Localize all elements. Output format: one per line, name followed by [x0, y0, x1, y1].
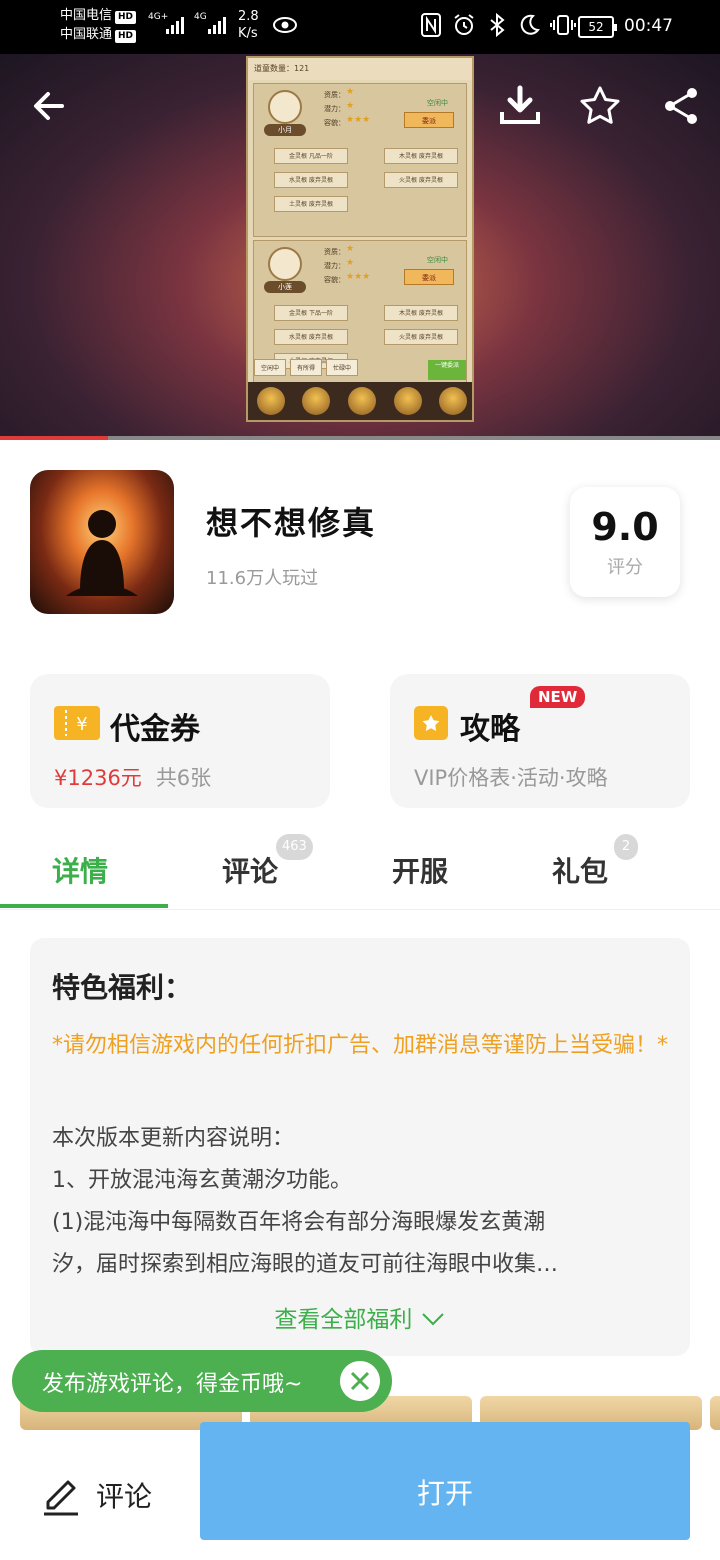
app-icon	[30, 470, 174, 614]
svg-text:¥: ¥	[76, 714, 87, 735]
share-icon[interactable]	[660, 84, 704, 128]
gift-count-badge: 2	[614, 834, 638, 860]
nav-icon	[302, 387, 331, 415]
tab-comments[interactable]: 评论	[222, 850, 278, 890]
screenshot-header: 道童数量：121	[248, 58, 472, 80]
battery-indicator: 52	[578, 16, 617, 38]
signal-icon	[166, 14, 184, 34]
screenshot-filter-tabs: 空闲中 有所得 忙碌中	[254, 359, 359, 376]
meditating-figure-icon	[66, 510, 138, 596]
guide-title: 攻略	[460, 712, 520, 747]
nav-icon	[347, 387, 376, 415]
play-count: 11.6万人玩过	[206, 568, 319, 589]
guide-card[interactable]: 攻略 NEW VIP价格表·活动·攻略	[390, 674, 690, 808]
network-speed: 2.8 K/s	[238, 9, 259, 41]
guide-subtitle: VIP价格表·活动·攻略	[414, 766, 608, 790]
close-icon[interactable]	[340, 1361, 380, 1401]
voucher-title: 代金券	[110, 712, 200, 747]
disciple-portrait	[268, 90, 302, 124]
game-screenshot: 道童数量：121 小月 资质： 潜力： 容貌： ★ ★ ★★★ 空闲中 委派 金…	[246, 56, 474, 422]
pen-icon	[44, 1480, 78, 1516]
comment-label: 评论	[96, 1480, 153, 1513]
view-all-welfare-link[interactable]: 查看全部福利	[30, 1300, 690, 1334]
eye-icon	[273, 17, 297, 33]
star-favorite-icon[interactable]	[578, 84, 622, 128]
disciple-name: 小莲	[264, 281, 306, 293]
star-icon: ★	[346, 244, 355, 254]
tab-bar: 详情 评论 463 开服 礼包 2	[0, 830, 720, 910]
new-badge: NEW	[530, 686, 586, 708]
download-icon[interactable]	[498, 84, 542, 128]
bluetooth-icon	[490, 13, 505, 37]
open-button[interactable]: 打开	[200, 1422, 690, 1540]
video-progress-fill	[0, 436, 108, 440]
game-video-preview[interactable]: 道童数量：121 小月 资质： 潜力： 容貌： ★ ★ ★★★ 空闲中 委派 金…	[0, 54, 720, 438]
star-icon: ★★★	[346, 272, 371, 282]
disciple-portrait	[268, 247, 302, 281]
welfare-body: 本次版本更新内容说明： 1、开放混沌海玄黄潮汐功能。 (1)混沌海中每隔数百年将…	[52, 1126, 559, 1277]
chevron-down-icon	[421, 1313, 444, 1326]
star-icon: ★	[346, 258, 355, 268]
system-icons	[420, 12, 576, 38]
carrier-2: 中国联通	[60, 27, 113, 42]
signal-icon	[208, 14, 226, 34]
hd-badge: HD	[115, 30, 137, 43]
welfare-warning: *请勿相信游戏内的任何折扣广告、加群消息等谨防上当受骗！*	[52, 1033, 669, 1058]
comment-prompt-toast[interactable]: 发布游戏评论，得金币哦~	[12, 1350, 392, 1412]
network-type-2: 4G	[194, 12, 207, 22]
guide-icon	[414, 706, 448, 740]
disciple-name: 小月	[264, 124, 306, 136]
carrier-1: 中国电信	[60, 8, 113, 23]
rating-box: 9.0 评分	[570, 487, 680, 597]
screenshot-nav	[248, 382, 472, 420]
status-bar: 中国电信 HD 中国联通 HD 4G+ 4G 2.8 K/s 52 00:47	[0, 0, 720, 54]
nav-icon	[256, 387, 285, 415]
active-tab-indicator	[0, 904, 168, 908]
disciple-card: 小月 资质： 潜力： 容貌： ★ ★ ★★★ 空闲中 委派 金灵根 凡品一阶 木…	[253, 83, 467, 237]
tab-details[interactable]: 详情	[52, 850, 108, 890]
tab-gifts[interactable]: 礼包	[552, 850, 608, 890]
moon-icon	[520, 14, 540, 35]
voucher-price: ¥1236元	[54, 766, 142, 790]
clock: 00:47	[624, 16, 673, 36]
rating-value: 9.0	[591, 505, 659, 549]
star-icon: ★	[346, 101, 355, 111]
star-icon: ★★★	[346, 115, 371, 125]
alarm-icon	[454, 14, 474, 35]
gallery-thumbnail[interactable]	[710, 1396, 720, 1430]
nav-icon	[439, 387, 468, 415]
rating-label: 评分	[607, 557, 643, 578]
voucher-count: 共6张	[155, 766, 212, 790]
comment-button[interactable]: 评论	[40, 1470, 152, 1520]
star-icon: ★	[346, 87, 355, 97]
back-arrow-icon[interactable]	[28, 84, 72, 128]
welfare-panel: 特色福利： *请勿相信游戏内的任何折扣广告、加群消息等谨防上当受骗！* 本次版本…	[30, 938, 690, 1356]
comment-count-badge: 463	[276, 834, 313, 860]
carrier-info: 中国电信 HD 中国联通 HD	[60, 6, 137, 44]
toast-text: 发布游戏评论，得金币哦~	[42, 1372, 303, 1397]
voucher-subtitle: ¥1236元 共6张	[54, 762, 211, 792]
tab-servers[interactable]: 开服	[392, 850, 448, 890]
voucher-icon: ¥	[54, 706, 100, 740]
video-progress-bar[interactable]	[0, 436, 720, 440]
nfc-icon	[421, 13, 441, 37]
welfare-title: 特色福利：	[52, 971, 193, 1004]
voucher-card[interactable]: ¥ 代金券 ¥1236元 共6张	[30, 674, 330, 808]
hd-badge: HD	[115, 11, 137, 24]
app-title: 想不想修真	[206, 504, 377, 542]
nav-icon	[393, 387, 422, 415]
vibrate-icon	[550, 15, 576, 35]
